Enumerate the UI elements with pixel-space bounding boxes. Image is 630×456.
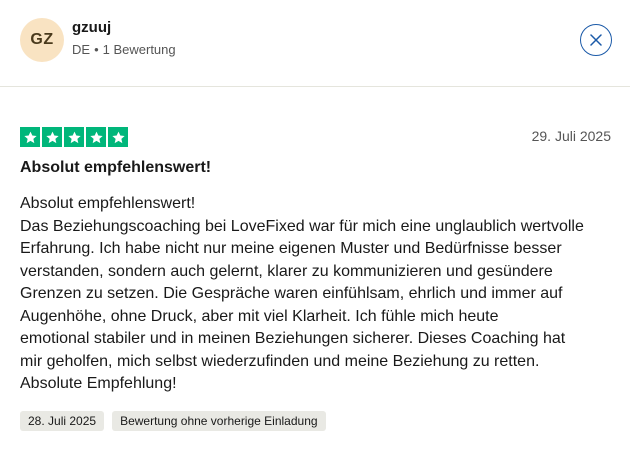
meta-separator: • bbox=[94, 42, 99, 57]
review-body: Absolut empfehlenswert! Das Beziehungsco… bbox=[20, 193, 612, 396]
review-body-line: mir geholfen, mich selbst wiederzufinden… bbox=[20, 352, 540, 370]
reviewer-meta: DE • 1 Bewertung bbox=[72, 42, 176, 57]
star-icon bbox=[86, 127, 106, 147]
avatar: GZ bbox=[20, 18, 64, 62]
star-icon bbox=[20, 127, 40, 147]
review-body-line: Absolute Empfehlung! bbox=[20, 375, 177, 392]
close-icon bbox=[590, 34, 602, 46]
reviewer-country: DE bbox=[72, 42, 91, 57]
review-body-line: Grenzen zu setzen. Die Gespräche waren e… bbox=[20, 285, 563, 302]
review-body-line: Erfahrung. Ich habe nicht nur meine eige… bbox=[20, 240, 562, 257]
review-title: Absolut empfehlenswert! bbox=[20, 159, 212, 176]
review-body-line: verstanden, sondern auch gelernt, klarer… bbox=[20, 262, 553, 280]
star-icon bbox=[108, 127, 128, 147]
review-body-line: Das Beziehungscoaching bei LoveFixed war… bbox=[20, 217, 584, 235]
reviewer-review-count: 1 Bewertung bbox=[102, 42, 176, 57]
close-button[interactable] bbox=[580, 24, 612, 56]
reviewer-name[interactable]: gzuuj bbox=[72, 19, 111, 36]
review-body-line: Absolut empfehlenswert! bbox=[20, 195, 196, 212]
review-tags: 28. Juli 2025 Bewertung ohne vorherige E… bbox=[20, 411, 326, 431]
review-header: GZ gzuuj DE • 1 Bewertung bbox=[0, 0, 630, 87]
invitation-status-tag[interactable]: Bewertung ohne vorherige Einladung bbox=[112, 411, 326, 431]
star-icon bbox=[42, 127, 62, 147]
star-rating bbox=[20, 127, 128, 147]
experience-date-tag: 28. Juli 2025 bbox=[20, 411, 105, 431]
review-body-line: Augenhöhe, ohne Druck, aber mit viel Kla… bbox=[20, 307, 499, 325]
review-body-line: emotional stabiler und in meinen Beziehu… bbox=[20, 330, 566, 347]
star-icon bbox=[64, 127, 84, 147]
review-date: 29. Juli 2025 bbox=[531, 128, 611, 144]
